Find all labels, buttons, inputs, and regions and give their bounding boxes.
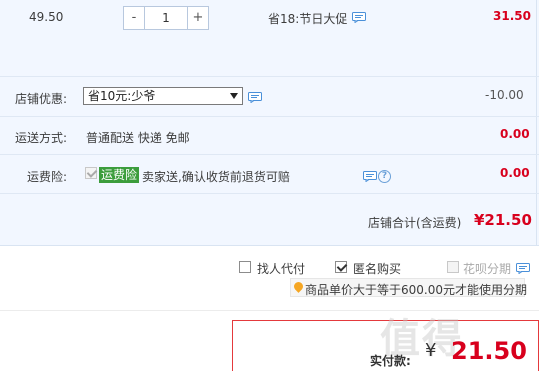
row-divider (0, 154, 539, 155)
message-icon[interactable] (352, 12, 366, 23)
shop-total-amount: ¥21.50 (474, 211, 532, 229)
promotion-label: 省18:节日大促 (268, 12, 348, 26)
unit-price: 49.50 (29, 10, 64, 24)
quantity-stepper[interactable]: - 1 + (123, 6, 209, 30)
location-pin-icon (292, 280, 305, 293)
message-icon[interactable] (516, 263, 530, 274)
quantity-minus-button[interactable]: - (123, 6, 145, 30)
order-panel (0, 0, 539, 245)
message-icon[interactable] (363, 171, 377, 182)
panel-bottom-border (0, 245, 539, 246)
installment-tip: 商品单价大于等于600.00元才能使用分期 (290, 278, 527, 297)
shipping-amount: 0.00 (500, 127, 530, 141)
installment-tip-text: 商品单价大于等于600.00元才能使用分期 (305, 283, 527, 297)
installment-checkbox (447, 261, 459, 273)
payment-currency: ¥ (425, 340, 437, 361)
help-icon[interactable]: ? (378, 170, 391, 183)
anonymous-checkbox[interactable] (335, 261, 347, 273)
panel-border (536, 0, 537, 245)
proxy-pay-checkbox[interactable] (239, 261, 251, 273)
shop-discount-selected: 省10元:少爷 (88, 89, 156, 103)
shop-discount-amount: -10.00 (485, 88, 524, 102)
payment-label: 实付款: (370, 354, 411, 368)
proxy-pay-label[interactable]: 找人代付 (257, 260, 305, 277)
payment-amount: 21.50 (451, 337, 527, 365)
insurance-description: 卖家送,确认收货前退货可赔 (142, 170, 290, 184)
row-divider (0, 193, 539, 194)
anonymous-label[interactable]: 匿名购买 (353, 260, 401, 277)
insurance-tag: 运费险 (99, 167, 140, 183)
installment-label: 花呗分期 (463, 262, 512, 276)
shipping-method: 普通配送 快递 免邮 (86, 131, 190, 145)
insurance-checkbox[interactable] (85, 167, 97, 179)
item-subtotal: 31.50 (493, 9, 531, 23)
quantity-input[interactable]: 1 (145, 6, 187, 30)
insurance-label: 运费险: (27, 170, 68, 184)
message-icon[interactable] (248, 92, 262, 103)
dropdown-arrow-icon (230, 93, 238, 99)
insurance-amount: 0.00 (500, 166, 530, 180)
shop-total-label: 店铺合计(含运费) (368, 216, 462, 230)
row-divider (0, 116, 539, 117)
quantity-plus-button[interactable]: + (187, 6, 209, 30)
row-divider (0, 76, 539, 77)
shipping-label: 运送方式: (15, 131, 68, 145)
shop-discount-label: 店铺优惠: (15, 92, 68, 106)
shop-discount-select[interactable]: 省10元:少爷 (83, 87, 243, 105)
